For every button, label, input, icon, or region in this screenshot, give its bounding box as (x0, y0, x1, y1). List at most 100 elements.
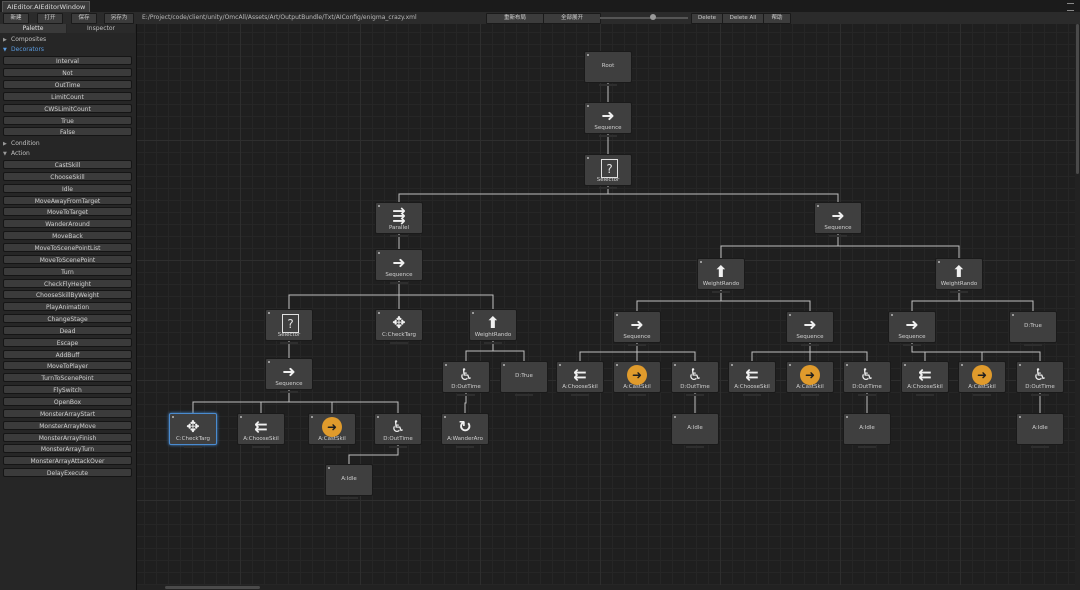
file-path-field[interactable]: E:/Project/code/client/unity/OmcAll/Asse… (142, 13, 477, 22)
node-handle[interactable] (268, 312, 270, 314)
window-title-tab[interactable]: AIEditor.AIEditorWindow (2, 1, 91, 12)
node-handle[interactable] (846, 364, 848, 366)
palette-item-playanimation[interactable]: PlayAnimation (3, 302, 132, 312)
node-chA[interactable]: ⇇ A:ChooseSkil (556, 361, 604, 396)
palette-item-chooseskill[interactable]: ChooseSkill (3, 171, 132, 181)
node-seq1[interactable]: ➜ Sequence (584, 102, 632, 137)
node-handle[interactable] (378, 312, 380, 314)
node-seqA[interactable]: ➜ Sequence (613, 311, 661, 346)
window-menu-icon[interactable] (1067, 3, 1074, 11)
node-handle[interactable] (891, 314, 893, 316)
horizontal-scrollbar[interactable] (137, 585, 1080, 590)
palette-item-false[interactable]: False (3, 127, 132, 137)
node-handle[interactable] (472, 312, 474, 314)
save-button[interactable]: 保存 (71, 13, 97, 24)
node-handle[interactable] (731, 364, 733, 366)
node-handle[interactable] (616, 364, 618, 366)
node-handle[interactable] (674, 416, 676, 418)
node-wr3[interactable]: ⬆ WeightRando (935, 258, 983, 293)
node-handle[interactable] (938, 261, 940, 263)
node-seq3[interactable]: ➜ Sequence (814, 202, 862, 237)
node-ot2[interactable]: ♿ D:OutTime (442, 361, 490, 396)
node-handle[interactable] (904, 364, 906, 366)
node-handle[interactable] (240, 416, 242, 418)
palette-item-addbuff[interactable]: AddBuff (3, 349, 132, 359)
node-chB[interactable]: ⇇ A:ChooseSkil (728, 361, 776, 396)
palette-item-turntoscenepoint[interactable]: TurnToScenePoint (3, 373, 132, 383)
node-dt1[interactable]: D:True (500, 361, 548, 396)
save-as-button[interactable]: 另存为 (104, 13, 134, 24)
new-button[interactable]: 新建 (3, 13, 29, 24)
node-ch1[interactable]: ⇇ A:ChooseSkil (237, 413, 285, 448)
expand-all-button[interactable]: 全部展开 (543, 13, 601, 24)
section-condition[interactable]: ▶ Condition (3, 139, 40, 148)
node-cs1[interactable]: ➜ A:CastSkil (308, 413, 356, 448)
tab-inspector[interactable]: Inspector (67, 24, 135, 33)
palette-item-escape[interactable]: Escape (3, 337, 132, 347)
palette-item-flyswitch[interactable]: FlySwitch (3, 385, 132, 395)
node-handle[interactable] (789, 314, 791, 316)
zoom-slider[interactable] (600, 14, 688, 20)
node-seqB[interactable]: ➜ Sequence (786, 311, 834, 346)
node-wa1[interactable]: ↻ A:WanderAro (441, 413, 489, 448)
node-chk1[interactable]: ✥ C:CheckTarg (375, 309, 423, 344)
node-handle[interactable] (700, 261, 702, 263)
node-idle1[interactable]: A:Idle (325, 464, 373, 499)
node-handle[interactable] (587, 105, 589, 107)
palette-item-monsterarrayfinish[interactable]: MonsterArrayFinish (3, 432, 132, 442)
node-handle[interactable] (1019, 416, 1021, 418)
palette-item-monsterarraymove[interactable]: MonsterArrayMove (3, 420, 132, 430)
node-csB[interactable]: ➜ A:CastSkil (786, 361, 834, 396)
scrollbar-thumb[interactable] (165, 586, 260, 589)
node-csC[interactable]: ➜ A:CastSkil (958, 361, 1006, 396)
node-handle[interactable] (616, 314, 618, 316)
node-chk2[interactable]: ✥ C:CheckTarg (169, 413, 217, 448)
palette-item-monsterarraystart[interactable]: MonsterArrayStart (3, 408, 132, 418)
node-handle[interactable] (503, 364, 505, 366)
node-par1[interactable]: ⇶ Parallel (375, 202, 423, 237)
node-dt2[interactable]: D:True (1009, 311, 1057, 346)
palette-item-moveback[interactable]: MoveBack (3, 231, 132, 241)
palette-item-castskill[interactable]: CastSkill (3, 160, 132, 169)
palette-item-turn[interactable]: Turn (3, 266, 132, 276)
node-csA[interactable]: ➜ A:CastSkil (613, 361, 661, 396)
node-handle[interactable] (172, 416, 174, 418)
node-otC[interactable]: ♿ D:OutTime (1016, 361, 1064, 396)
node-handle[interactable] (1012, 314, 1014, 316)
palette-item-monsterarrayattackover[interactable]: MonsterArrayAttackOver (3, 456, 132, 466)
node-handle[interactable] (328, 467, 330, 469)
palette-item-limitcount[interactable]: LimitCount (3, 91, 132, 101)
delete-button[interactable]: Delete (691, 13, 723, 24)
node-handle[interactable] (789, 364, 791, 366)
node-handle[interactable] (268, 361, 270, 363)
node-wr1[interactable]: ⬆ WeightRando (469, 309, 517, 344)
vertical-scrollbar[interactable] (1075, 24, 1080, 585)
palette-item-cwslimitcount[interactable]: CWSLimitCount (3, 103, 132, 113)
node-handle[interactable] (1019, 364, 1021, 366)
section-composites[interactable]: ▶ Composites (3, 35, 46, 44)
palette-item-movetoscenepoint[interactable]: MoveToScenePoint (3, 254, 132, 264)
relayout-button[interactable]: 重新布局 (486, 13, 544, 24)
palette-item-monsterarrayturn[interactable]: MonsterArrayTurn (3, 444, 132, 454)
palette-item-outtime[interactable]: OutTime (3, 79, 132, 89)
palette-item-openbox[interactable]: OpenBox (3, 397, 132, 406)
node-sel1[interactable]: ? Selector (584, 154, 632, 189)
node-idleA[interactable]: A:Idle (671, 413, 719, 448)
palette-item-movetoplayer[interactable]: MoveToPlayer (3, 361, 132, 371)
palette-item-checkflyheight[interactable]: CheckFlyHeight (3, 278, 132, 288)
palette-item-not[interactable]: Not (3, 67, 132, 77)
node-chC[interactable]: ⇇ A:ChooseSkil (901, 361, 949, 396)
behavior-tree-canvas[interactable]: Root ➜ Sequence? Selector ⇶ Parallel ➜ Sequence… (137, 24, 1080, 590)
palette-item-movetoscenepointlist[interactable]: MoveToScenePointList (3, 242, 132, 252)
node-handle[interactable] (846, 416, 848, 418)
palette-item-idle[interactable]: Idle (3, 183, 132, 193)
palette-item-dead[interactable]: Dead (3, 325, 132, 335)
palette-item-movetotarget[interactable]: MoveToTarget (3, 207, 132, 217)
section-action[interactable]: ▼ Action (3, 149, 30, 158)
palette-item-chooseskillbyweight[interactable]: ChooseSkillByWeight (3, 290, 132, 300)
node-idleB[interactable]: A:Idle (843, 413, 891, 448)
section-decorators[interactable]: ▼ Decorators (3, 45, 44, 54)
node-handle[interactable] (378, 205, 380, 207)
node-wr2[interactable]: ⬆ WeightRando (697, 258, 745, 293)
node-seq2[interactable]: ➜ Sequence (375, 249, 423, 284)
